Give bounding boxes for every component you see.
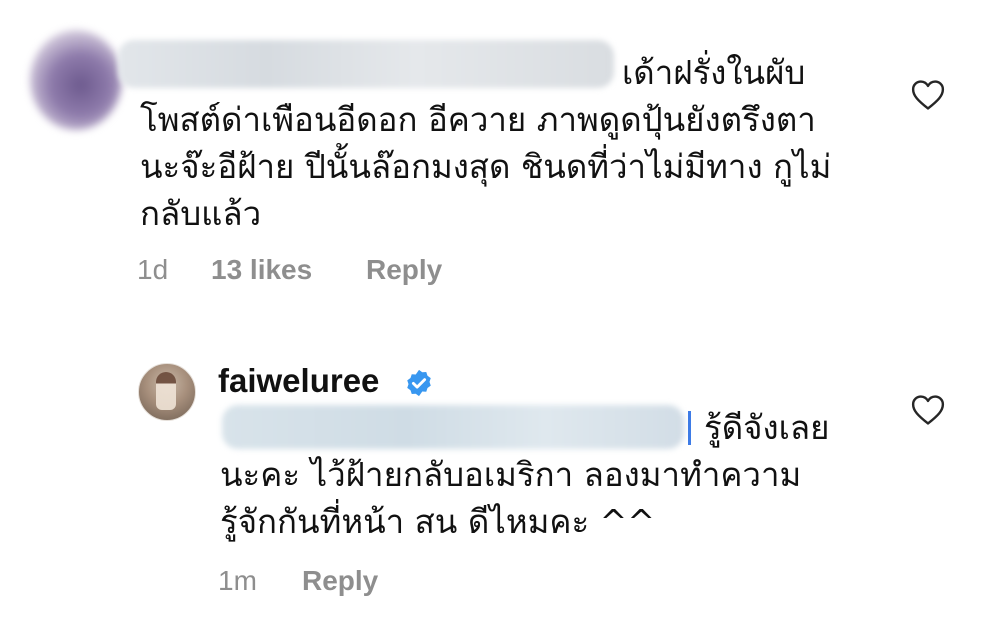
redacted-text: [222, 405, 684, 449]
heart-outline-icon[interactable]: [911, 394, 945, 426]
comment-text-line: รู้ดีจังเลย: [704, 408, 830, 447]
comment-text-line: นะคะ ไว้ฝ้ายกลับอเมริกา ลองมาทำความ: [220, 455, 802, 494]
comment-item: faiweluree รู้ดีจังเลย นะคะ ไว้ฝ้ายกลับอ…: [0, 0, 1000, 618]
mention-marker: [688, 411, 691, 445]
comment-time: 1m: [218, 565, 257, 596]
comment-text-line: รู้จักกันที่หน้า สน ดีไหมคะ ^^: [220, 502, 655, 541]
avatar[interactable]: [138, 363, 196, 421]
reply-button[interactable]: Reply: [302, 565, 378, 597]
comment-username[interactable]: faiweluree: [218, 362, 379, 400]
verified-badge-icon: [407, 369, 431, 397]
